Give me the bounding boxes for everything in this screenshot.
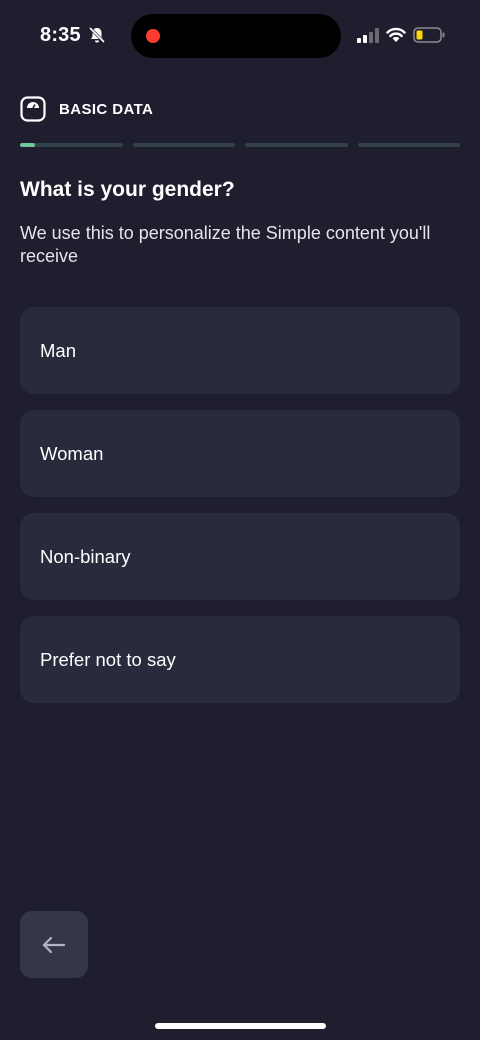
battery-low-icon [413,27,445,43]
section-title: BASIC DATA [59,100,154,118]
option-prefer-not-to-say[interactable]: Prefer not to say [20,616,460,703]
question-title: What is your gender? [20,178,235,201]
back-button[interactable] [20,911,88,978]
option-label: Man [40,339,76,361]
option-non-binary[interactable]: Non-binary [20,513,460,600]
option-man[interactable]: Man [20,307,460,394]
progress-step-2 [132,143,235,147]
gender-options: Man Woman Non-binary Prefer not to say [20,307,460,719]
progress-step-4 [357,143,460,147]
status-bar: 8:35 [0,0,480,70]
dynamic-island [131,14,341,58]
progress-step-1 [20,143,123,147]
option-label: Prefer not to say [40,648,176,670]
question-subtitle: We use this to personalize the Simple co… [20,223,431,266]
option-label: Non-binary [40,545,131,567]
progress-step-3 [245,143,348,147]
status-time: 8:35 [40,24,81,46]
option-woman[interactable]: Woman [20,410,460,497]
signal-icon [357,28,379,43]
wifi-icon [386,27,406,42]
step-progress-bar [20,143,460,147]
progress-step-1-fill [20,143,36,147]
section-header: BASIC DATA [20,95,153,123]
arrow-left-icon [42,936,66,953]
scale-icon [20,96,46,122]
home-indicator[interactable] [155,1023,326,1029]
recording-indicator [146,29,160,43]
option-label: Woman [40,442,104,464]
bell-slash-icon [88,26,106,44]
